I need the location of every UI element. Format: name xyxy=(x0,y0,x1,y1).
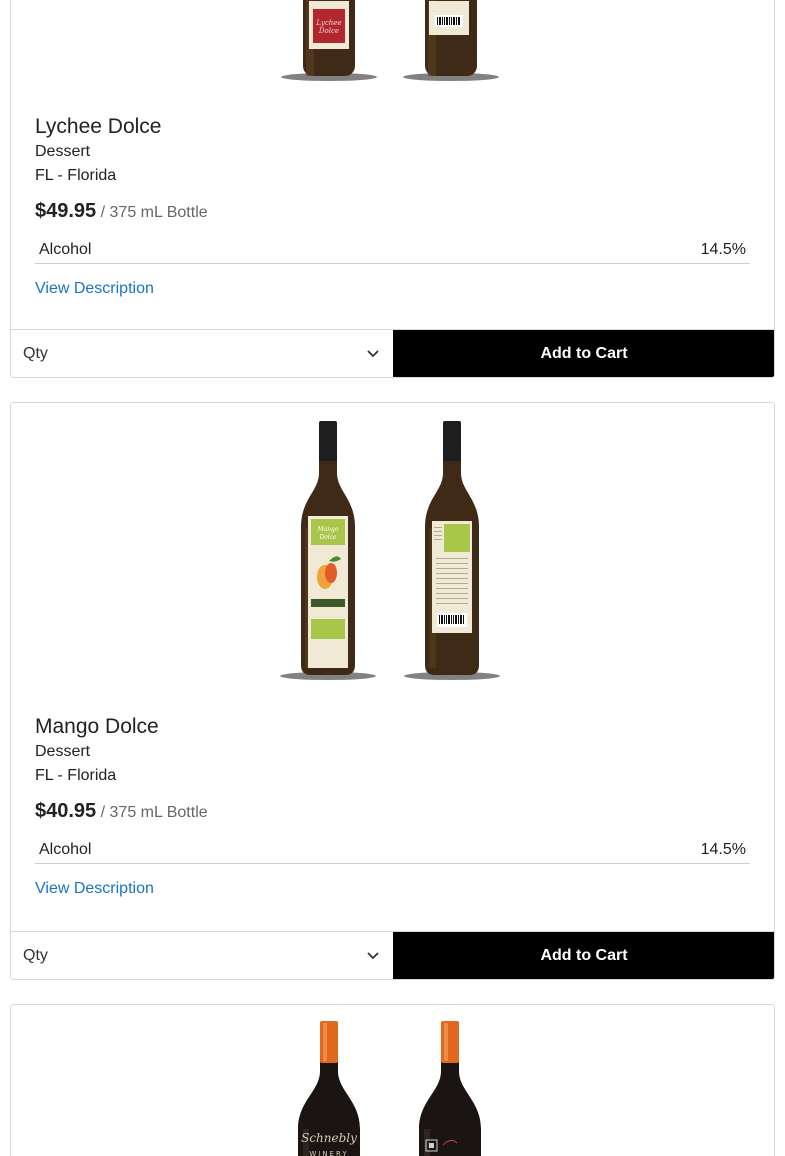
product-type: Dessert xyxy=(35,143,91,160)
bottle-image: Lychee Dolce xyxy=(281,0,499,81)
qty-select[interactable]: Qty xyxy=(11,932,393,979)
view-description-link[interactable]: View Description xyxy=(35,880,154,898)
cart-actions: Qty Add to Cart xyxy=(11,329,774,377)
spec-label: Alcohol xyxy=(39,840,92,858)
product-name[interactable]: Mango Dolce xyxy=(35,714,750,740)
add-to-cart-button[interactable]: Add to Cart xyxy=(393,932,774,979)
alcohol-row: Alcohol 14.5% xyxy=(35,836,750,864)
product-card: Schnebly WINERY xyxy=(10,1004,775,1156)
svg-text:Mango: Mango xyxy=(316,526,338,533)
bottle-image: Mango Dolce xyxy=(280,421,500,680)
product-name[interactable]: Lychee Dolce xyxy=(35,114,750,140)
product-unit: / 375 mL Bottle xyxy=(100,204,208,221)
product-card: Mango Dolce Mango Dolce Dessert FL - Flo… xyxy=(10,402,775,980)
qty-select[interactable]: Qty xyxy=(11,330,393,377)
svg-text:WINERY: WINERY xyxy=(309,1150,348,1156)
spec-value: 14.5% xyxy=(700,840,746,858)
svg-text:Schnebly: Schnebly xyxy=(301,1131,357,1145)
product-region: FL - Florida xyxy=(35,167,117,184)
product-price: $40.95 xyxy=(35,800,97,822)
svg-text:Lychee: Lychee xyxy=(315,19,341,27)
product-info: Lychee Dolce Dessert FL - Florida $49.95… xyxy=(35,114,750,298)
svg-text:Dolce: Dolce xyxy=(318,27,339,35)
svg-text:Dolce: Dolce xyxy=(318,534,337,541)
bottle-image: Schnebly WINERY xyxy=(298,1021,481,1156)
alcohol-row: Alcohol 14.5% xyxy=(35,236,750,264)
product-price: $49.95 xyxy=(35,200,97,222)
chevron-down-icon xyxy=(367,951,379,959)
price-row: $49.95 / 375 mL Bottle xyxy=(35,198,750,226)
view-description-link[interactable]: View Description xyxy=(35,280,154,298)
chevron-down-icon xyxy=(367,349,379,357)
product-region: FL - Florida xyxy=(35,767,117,784)
product-image[interactable]: Schnebly WINERY xyxy=(11,1005,774,1156)
product-image[interactable]: Lychee Dolce xyxy=(11,0,774,96)
product-info: Mango Dolce Dessert FL - Florida $40.95 … xyxy=(35,714,750,898)
add-to-cart-button[interactable]: Add to Cart xyxy=(393,330,774,377)
spec-value: 14.5% xyxy=(700,240,746,258)
cart-actions: Qty Add to Cart xyxy=(11,931,774,979)
spec-label: Alcohol xyxy=(39,240,92,258)
price-row: $40.95 / 375 mL Bottle xyxy=(35,798,750,826)
qty-label: Qty xyxy=(23,344,48,362)
qty-label: Qty xyxy=(23,946,48,964)
product-card: Lychee Dolce Lychee Dolce Dessert FL - F… xyxy=(10,0,775,378)
product-unit: / 375 mL Bottle xyxy=(100,804,208,821)
product-type: Dessert xyxy=(35,743,91,760)
product-image[interactable]: Mango Dolce xyxy=(11,403,774,698)
